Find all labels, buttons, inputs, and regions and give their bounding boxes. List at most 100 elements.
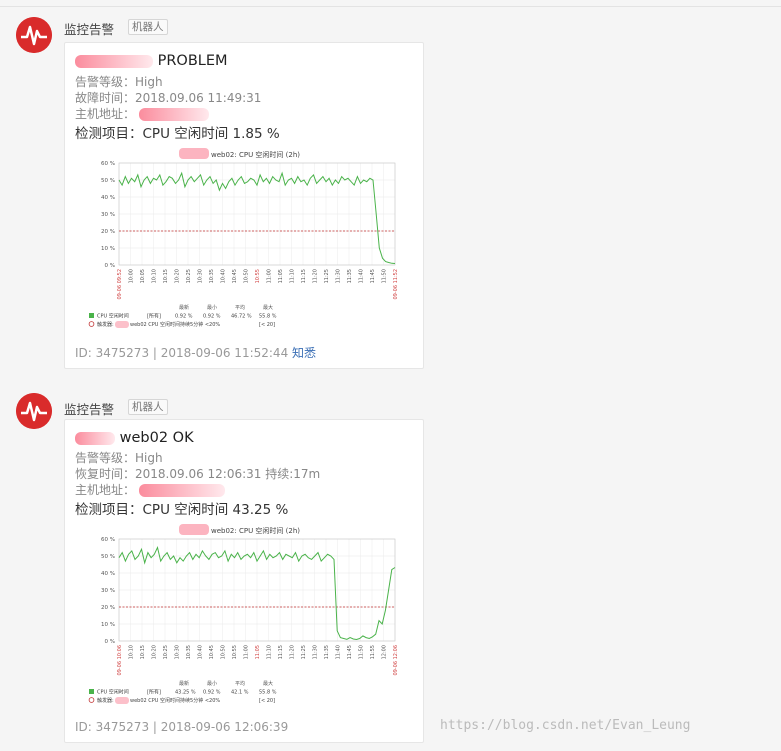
chart-title: web02: CPU 空闲时间 (2h) bbox=[211, 150, 300, 159]
bot-tag: 机器人 bbox=[128, 399, 168, 415]
x-tick-label: 11:20 bbox=[290, 645, 296, 659]
x-tick-label: 11:20 bbox=[313, 269, 319, 283]
x-tick-label: 10:35 bbox=[186, 645, 192, 659]
x-tick-label: 10:45 bbox=[209, 645, 215, 659]
y-tick-label: 50 % bbox=[101, 554, 115, 560]
recovery-title-text: web02 OK bbox=[119, 430, 194, 446]
trigger-prefix: 触发器: bbox=[97, 321, 114, 328]
x-tick-label: 11:40 bbox=[336, 645, 342, 659]
bot-avatar[interactable] bbox=[16, 393, 52, 429]
x-tick-label: 09-06 09:52 bbox=[117, 269, 123, 300]
alert-id-time: ID: 3475273 | 2018-09-06 12:06:39 bbox=[75, 720, 289, 734]
heartbeat-icon bbox=[16, 17, 52, 53]
check-item: 检测项目：CPU 空闲时间 1.85 % bbox=[75, 126, 280, 142]
legend-header: 最大 bbox=[263, 304, 273, 311]
redacted-ip bbox=[138, 484, 225, 497]
legend-value: 55.8 % bbox=[259, 690, 277, 696]
csdn-watermark: https://blog.csdn.net/Evan_Leung bbox=[440, 718, 691, 733]
legend-header: 平均 bbox=[235, 304, 245, 311]
y-tick-label: 40 % bbox=[101, 195, 115, 201]
y-tick-label: 60 % bbox=[101, 537, 115, 543]
y-tick-label: 50 % bbox=[101, 178, 115, 184]
y-tick-label: 30 % bbox=[101, 588, 115, 594]
legend-value: 55.8 % bbox=[259, 314, 277, 320]
y-tick-label: 20 % bbox=[101, 229, 115, 235]
x-tick-label: 10:35 bbox=[209, 269, 215, 283]
trigger-marker bbox=[88, 321, 95, 327]
redacted-ip bbox=[138, 108, 209, 121]
y-tick-label: 0 % bbox=[105, 263, 115, 269]
x-tick-label: 10:30 bbox=[175, 645, 181, 659]
trigger-text: web02 CPU 空闲时间持续5分钟 <20% bbox=[130, 697, 220, 704]
x-tick-label: 11:05 bbox=[255, 645, 261, 659]
x-tick-label: 11:25 bbox=[301, 645, 307, 659]
redacted-trigger-host bbox=[115, 697, 129, 704]
bot-avatar[interactable] bbox=[16, 17, 52, 53]
recovery-title: web02 OK bbox=[75, 430, 194, 446]
x-tick-label: 10:20 bbox=[175, 269, 181, 283]
x-tick-label: 10:10 bbox=[152, 269, 158, 283]
y-tick-label: 0 % bbox=[105, 639, 115, 645]
x-tick-label: 09-06 11:52 bbox=[393, 269, 399, 300]
x-tick-label: 11:55 bbox=[370, 645, 376, 659]
x-tick-label: 10:40 bbox=[198, 645, 204, 659]
recovery-footer: ID: 3475273 | 2018-09-06 12:06:39 bbox=[75, 720, 288, 734]
recovery-card: web02 OK 告警等级：High 恢复时间：2018.09.06 12:06… bbox=[64, 419, 424, 743]
x-tick-label: 11:50 bbox=[359, 645, 365, 659]
cpu-chart: web02: CPU 空闲时间 (2h) 09-06 09:52 10:00 10:0… bbox=[75, 145, 405, 335]
chart-title: web02: CPU 空闲时间 (2h) bbox=[211, 526, 300, 535]
x-tick-label: 11:00 bbox=[267, 269, 273, 283]
x-tick-label: 10:15 bbox=[163, 269, 169, 283]
x-tick-label: 10:00 bbox=[129, 269, 135, 283]
x-tick-label: 11:30 bbox=[313, 645, 319, 659]
alert-footer: ID: 3475273 | 2018-09-06 11:52:44 知悉 bbox=[75, 344, 316, 361]
acknowledge-link[interactable]: 知悉 bbox=[292, 346, 316, 360]
x-tick-label: 11:15 bbox=[301, 269, 307, 283]
sender-name[interactable]: 监控告警 bbox=[64, 19, 114, 38]
legend-series: CPU 空闲时间 bbox=[97, 313, 129, 320]
alert-id-time: ID: 3475273 | 2018-09-06 11:52:44 bbox=[75, 346, 289, 360]
legend-header: 平均 bbox=[235, 680, 245, 687]
sender-name[interactable]: 监控告警 bbox=[64, 399, 114, 418]
legend-header: 最新 bbox=[179, 304, 189, 311]
message-1: 监控告警 机器人 PROBLEM 告警等级：High 故障时间：2018.09.… bbox=[0, 17, 781, 377]
x-tick-label: 11:40 bbox=[359, 269, 365, 283]
legend-header: 最小 bbox=[207, 680, 217, 687]
y-tick-label: 40 % bbox=[101, 571, 115, 577]
x-tick-label: 10:20 bbox=[152, 645, 158, 659]
redacted-chart-host bbox=[179, 524, 209, 535]
x-tick-label: 10:05 bbox=[140, 269, 146, 283]
cpu-chart-svg: web02: CPU 空闲时间 (2h) 09-06 10:06 10:10 10:1… bbox=[88, 524, 399, 704]
redacted-hostname bbox=[75, 54, 153, 68]
heartbeat-icon bbox=[16, 393, 52, 429]
x-tick-label: 11:35 bbox=[324, 645, 330, 659]
host-address: 主机地址： bbox=[75, 481, 225, 498]
trigger-prefix: 触发器: bbox=[97, 697, 114, 704]
top-divider bbox=[0, 6, 781, 7]
x-tick-label: 11:10 bbox=[267, 645, 273, 659]
trigger-marker bbox=[88, 697, 95, 703]
bot-tag: 机器人 bbox=[128, 19, 168, 35]
host-address: 主机地址： bbox=[75, 105, 209, 122]
cpu-chart-svg: web02: CPU 空闲时间 (2h) 09-06 09:52 10:00 10:0… bbox=[88, 148, 399, 328]
trigger-bracket: [< 20] bbox=[259, 698, 275, 704]
message-2: 监控告警 机器人 web02 OK 告警等级：High 恢复时间：2018.09… bbox=[0, 393, 781, 748]
redacted-chart-host bbox=[179, 148, 209, 159]
legend-swatch bbox=[89, 313, 94, 318]
x-tick-label: 11:45 bbox=[370, 269, 376, 283]
x-tick-label: 11:25 bbox=[324, 269, 330, 283]
x-tick-label: 12:00 bbox=[382, 645, 388, 659]
legend-value: 42.1 % bbox=[231, 690, 249, 696]
y-tick-label: 10 % bbox=[101, 246, 115, 252]
x-tick-label: 11:00 bbox=[244, 645, 250, 659]
alert-level: 告警等级：High bbox=[75, 75, 163, 89]
x-tick-label: 10:50 bbox=[221, 645, 227, 659]
x-tick-label: 10:55 bbox=[255, 269, 261, 283]
x-tick-label: 09-06 10:06 bbox=[117, 645, 123, 676]
recovery-time: 恢复时间：2018.09.06 12:06:31 持续:17m bbox=[75, 467, 321, 481]
legend-scope: [所有] bbox=[147, 313, 161, 320]
legend-value: 46.72 % bbox=[231, 314, 252, 320]
alert-level: 告警等级：High bbox=[75, 451, 163, 465]
x-tick-label: 10:45 bbox=[232, 269, 238, 283]
x-tick-label: 11:10 bbox=[290, 269, 296, 283]
